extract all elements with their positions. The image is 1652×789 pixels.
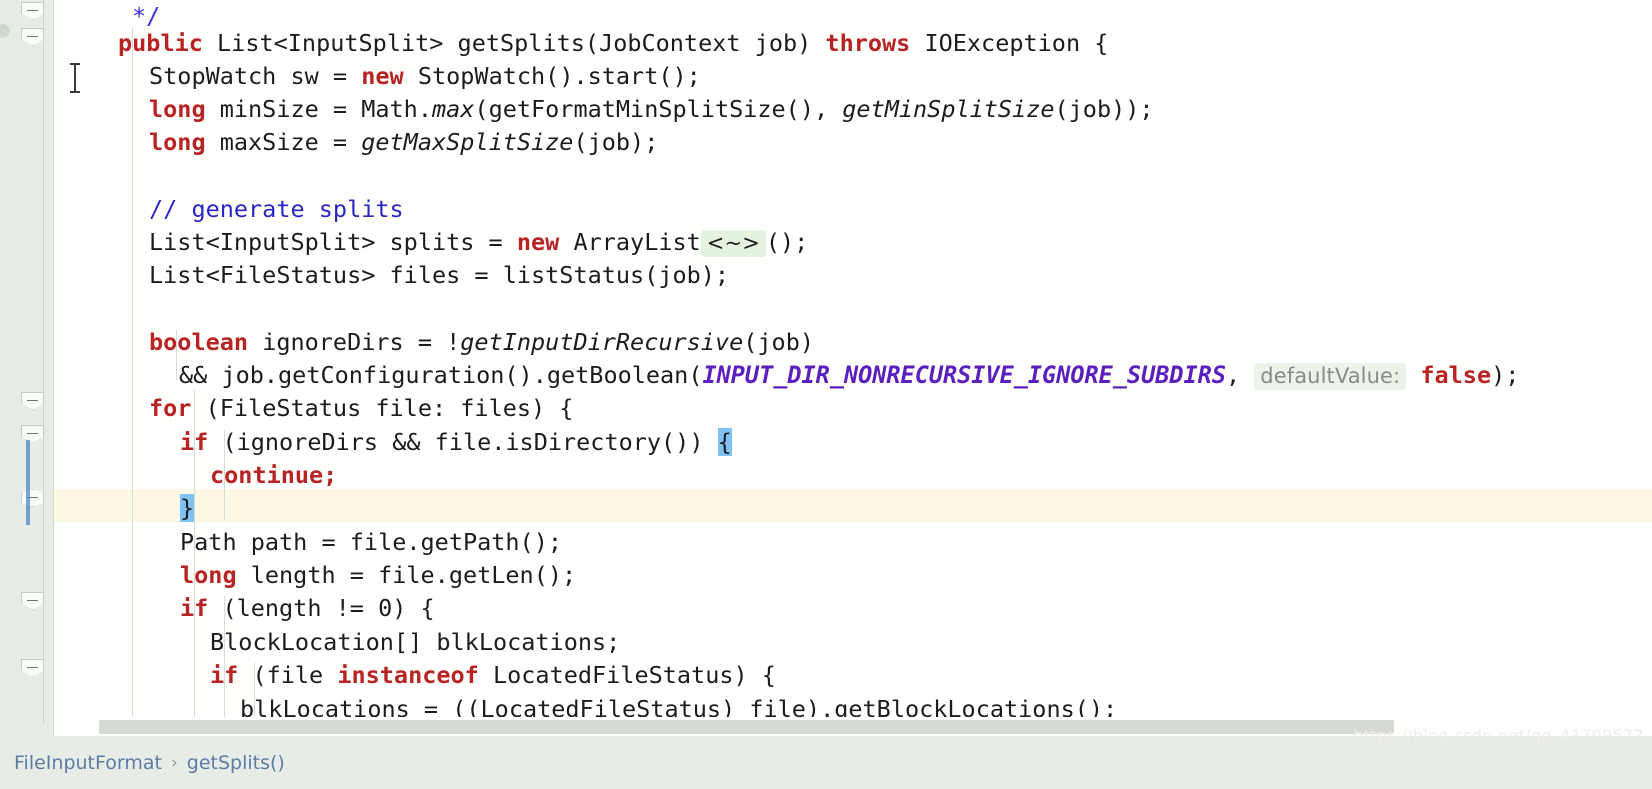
code-token: List<InputSplit> splits = [149, 228, 517, 256]
code-token: ignoreDirs = ! [248, 328, 461, 356]
indent-guide-2 [194, 390, 195, 717]
code-line[interactable]: List<FileStatus> files = listStatus(job)… [149, 259, 729, 292]
code-token: long [149, 95, 206, 123]
fold-marker-5[interactable] [21, 592, 44, 610]
code-token: getMinSplitSize [842, 95, 1055, 123]
horizontal-scrollbar-thumb[interactable] [99, 720, 1394, 734]
code-token: List<FileStatus> files = listStatus(job)… [149, 261, 730, 289]
matched-brace: } [180, 494, 195, 522]
code-token: for [149, 394, 192, 422]
fold-gutter[interactable] [16, 0, 54, 736]
code-token: maxSize = [205, 128, 362, 156]
code-line[interactable]: public List<InputSplit> getSplits(JobCon… [118, 27, 1108, 60]
code-line[interactable]: continue; [210, 459, 337, 492]
code-token: throws [825, 29, 911, 57]
fold-rail [43, 0, 44, 724]
fold-marker-2[interactable] [21, 392, 44, 410]
code-token: instanceof [337, 661, 479, 689]
code-surface[interactable]: */public List<InputSplit> getSplits(JobC… [54, 0, 1652, 736]
fold-marker-6[interactable] [21, 659, 44, 677]
fold-marker-3[interactable] [21, 425, 44, 443]
indent-guide-4 [224, 596, 225, 717]
code-token: StopWatch sw = [149, 62, 362, 90]
code-line[interactable]: List<InputSplit> splits = new ArrayList <… [149, 226, 808, 259]
code-token: (length != 0) { [208, 594, 435, 622]
code-line[interactable]: BlockLocation[] blkLocations; [210, 626, 620, 659]
code-token: long [180, 561, 237, 589]
code-token: */ [132, 2, 161, 30]
fold-marker-0[interactable] [21, 2, 44, 20]
indent-guide-5 [254, 663, 255, 717]
code-editor-window: */public List<InputSplit> getSplits(JobC… [0, 0, 1652, 789]
code-token: Path path = file.getPath(); [180, 528, 563, 556]
code-token: (FileStatus file: files) { [191, 394, 574, 422]
text-cursor-icon [70, 63, 80, 93]
code-line[interactable]: long minSize = Math.max(getFormatMinSpli… [149, 93, 1154, 126]
code-token: boolean [149, 328, 249, 356]
code-token: INPUT_DIR_NONRECURSIVE_IGNORE_SUBDIRS [702, 361, 1226, 389]
code-token: (job); [573, 128, 659, 156]
code-token: getMaxSplitSize [361, 128, 574, 156]
code-token: long [149, 128, 206, 156]
code-token: public [118, 29, 203, 57]
code-token: continue; [210, 461, 338, 489]
inlay-hint: defaultValue: [1254, 363, 1407, 390]
code-token: ); [1491, 361, 1520, 389]
code-token: (getFormatMinSplitSize(), [474, 95, 843, 123]
code-token: false [1420, 361, 1492, 389]
matched-brace: { [717, 428, 732, 456]
breadcrumb-item-method[interactable]: getSplits() [187, 752, 285, 774]
code-token: LocatedFileStatus) { [478, 661, 776, 689]
code-token: new [361, 62, 404, 90]
diamond-inlay-hint: <~> [700, 230, 766, 257]
code-token: (); [765, 228, 809, 256]
annotation-strip [0, 0, 16, 736]
code-token: getInputDirRecursive [460, 328, 744, 356]
code-token: length = file.getLen(); [236, 561, 577, 589]
code-line[interactable]: StopWatch sw = new StopWatch().start(); [149, 60, 701, 93]
code-token: (job) [743, 328, 814, 356]
breadcrumb: FileInputFormat › getSplits() [0, 736, 1652, 789]
code-token: IOException { [910, 29, 1109, 57]
code-token: new [516, 228, 560, 256]
breadcrumb-separator-icon: › [170, 752, 178, 773]
code-token: (ignoreDirs && file.isDirectory()) [208, 428, 718, 456]
code-token: ArrayList [559, 228, 701, 256]
code-token: List<InputSplit> getSplits(JobContext jo… [202, 29, 826, 57]
vcs-change-marker[interactable] [26, 440, 30, 525]
code-text-layer[interactable]: */public List<InputSplit> getSplits(JobC… [54, 0, 1652, 736]
code-line[interactable]: boolean ignoreDirs = !getInputDirRecursi… [149, 326, 814, 359]
code-token: , [1225, 361, 1255, 389]
code-line[interactable]: } [180, 492, 195, 525]
code-token: minSize = Math. [205, 95, 432, 123]
code-line[interactable]: if (file instanceof LocatedFileStatus) { [210, 659, 776, 692]
editor-body: */public List<InputSplit> getSplits(JobC… [0, 0, 1652, 736]
code-line[interactable]: // generate splits [149, 193, 404, 226]
indent-guide-0 [132, 27, 133, 717]
code-token: StopWatch().start(); [403, 62, 701, 90]
horizontal-scrollbar[interactable] [54, 717, 1652, 736]
code-line[interactable]: if (ignoreDirs && file.isDirectory()) { [180, 426, 732, 459]
code-token: (job)); [1054, 95, 1154, 123]
code-line[interactable]: long maxSize = getMaxSplitSize(job); [149, 126, 658, 159]
code-token: // generate splits [149, 195, 404, 223]
fold-marker-1[interactable] [21, 28, 44, 46]
breadcrumb-item-class[interactable]: FileInputFormat [14, 752, 162, 774]
code-token: BlockLocation[] blkLocations; [210, 628, 621, 656]
indent-guide-1 [176, 330, 177, 380]
code-line[interactable]: long length = file.getLen(); [180, 559, 576, 592]
code-line[interactable]: for (FileStatus file: files) { [149, 392, 573, 425]
fold-marker-4[interactable] [21, 489, 44, 507]
indent-guide-3 [224, 430, 225, 520]
code-line[interactable]: && job.getConfiguration().getBoolean(INP… [179, 359, 1519, 392]
code-token: && job.getConfiguration().getBoolean( [179, 361, 703, 389]
code-line[interactable]: Path path = file.getPath(); [180, 526, 562, 559]
code-token: max [431, 95, 475, 123]
code-line[interactable]: if (length != 0) { [180, 592, 435, 625]
run-gutter-icon[interactable] [0, 24, 10, 38]
